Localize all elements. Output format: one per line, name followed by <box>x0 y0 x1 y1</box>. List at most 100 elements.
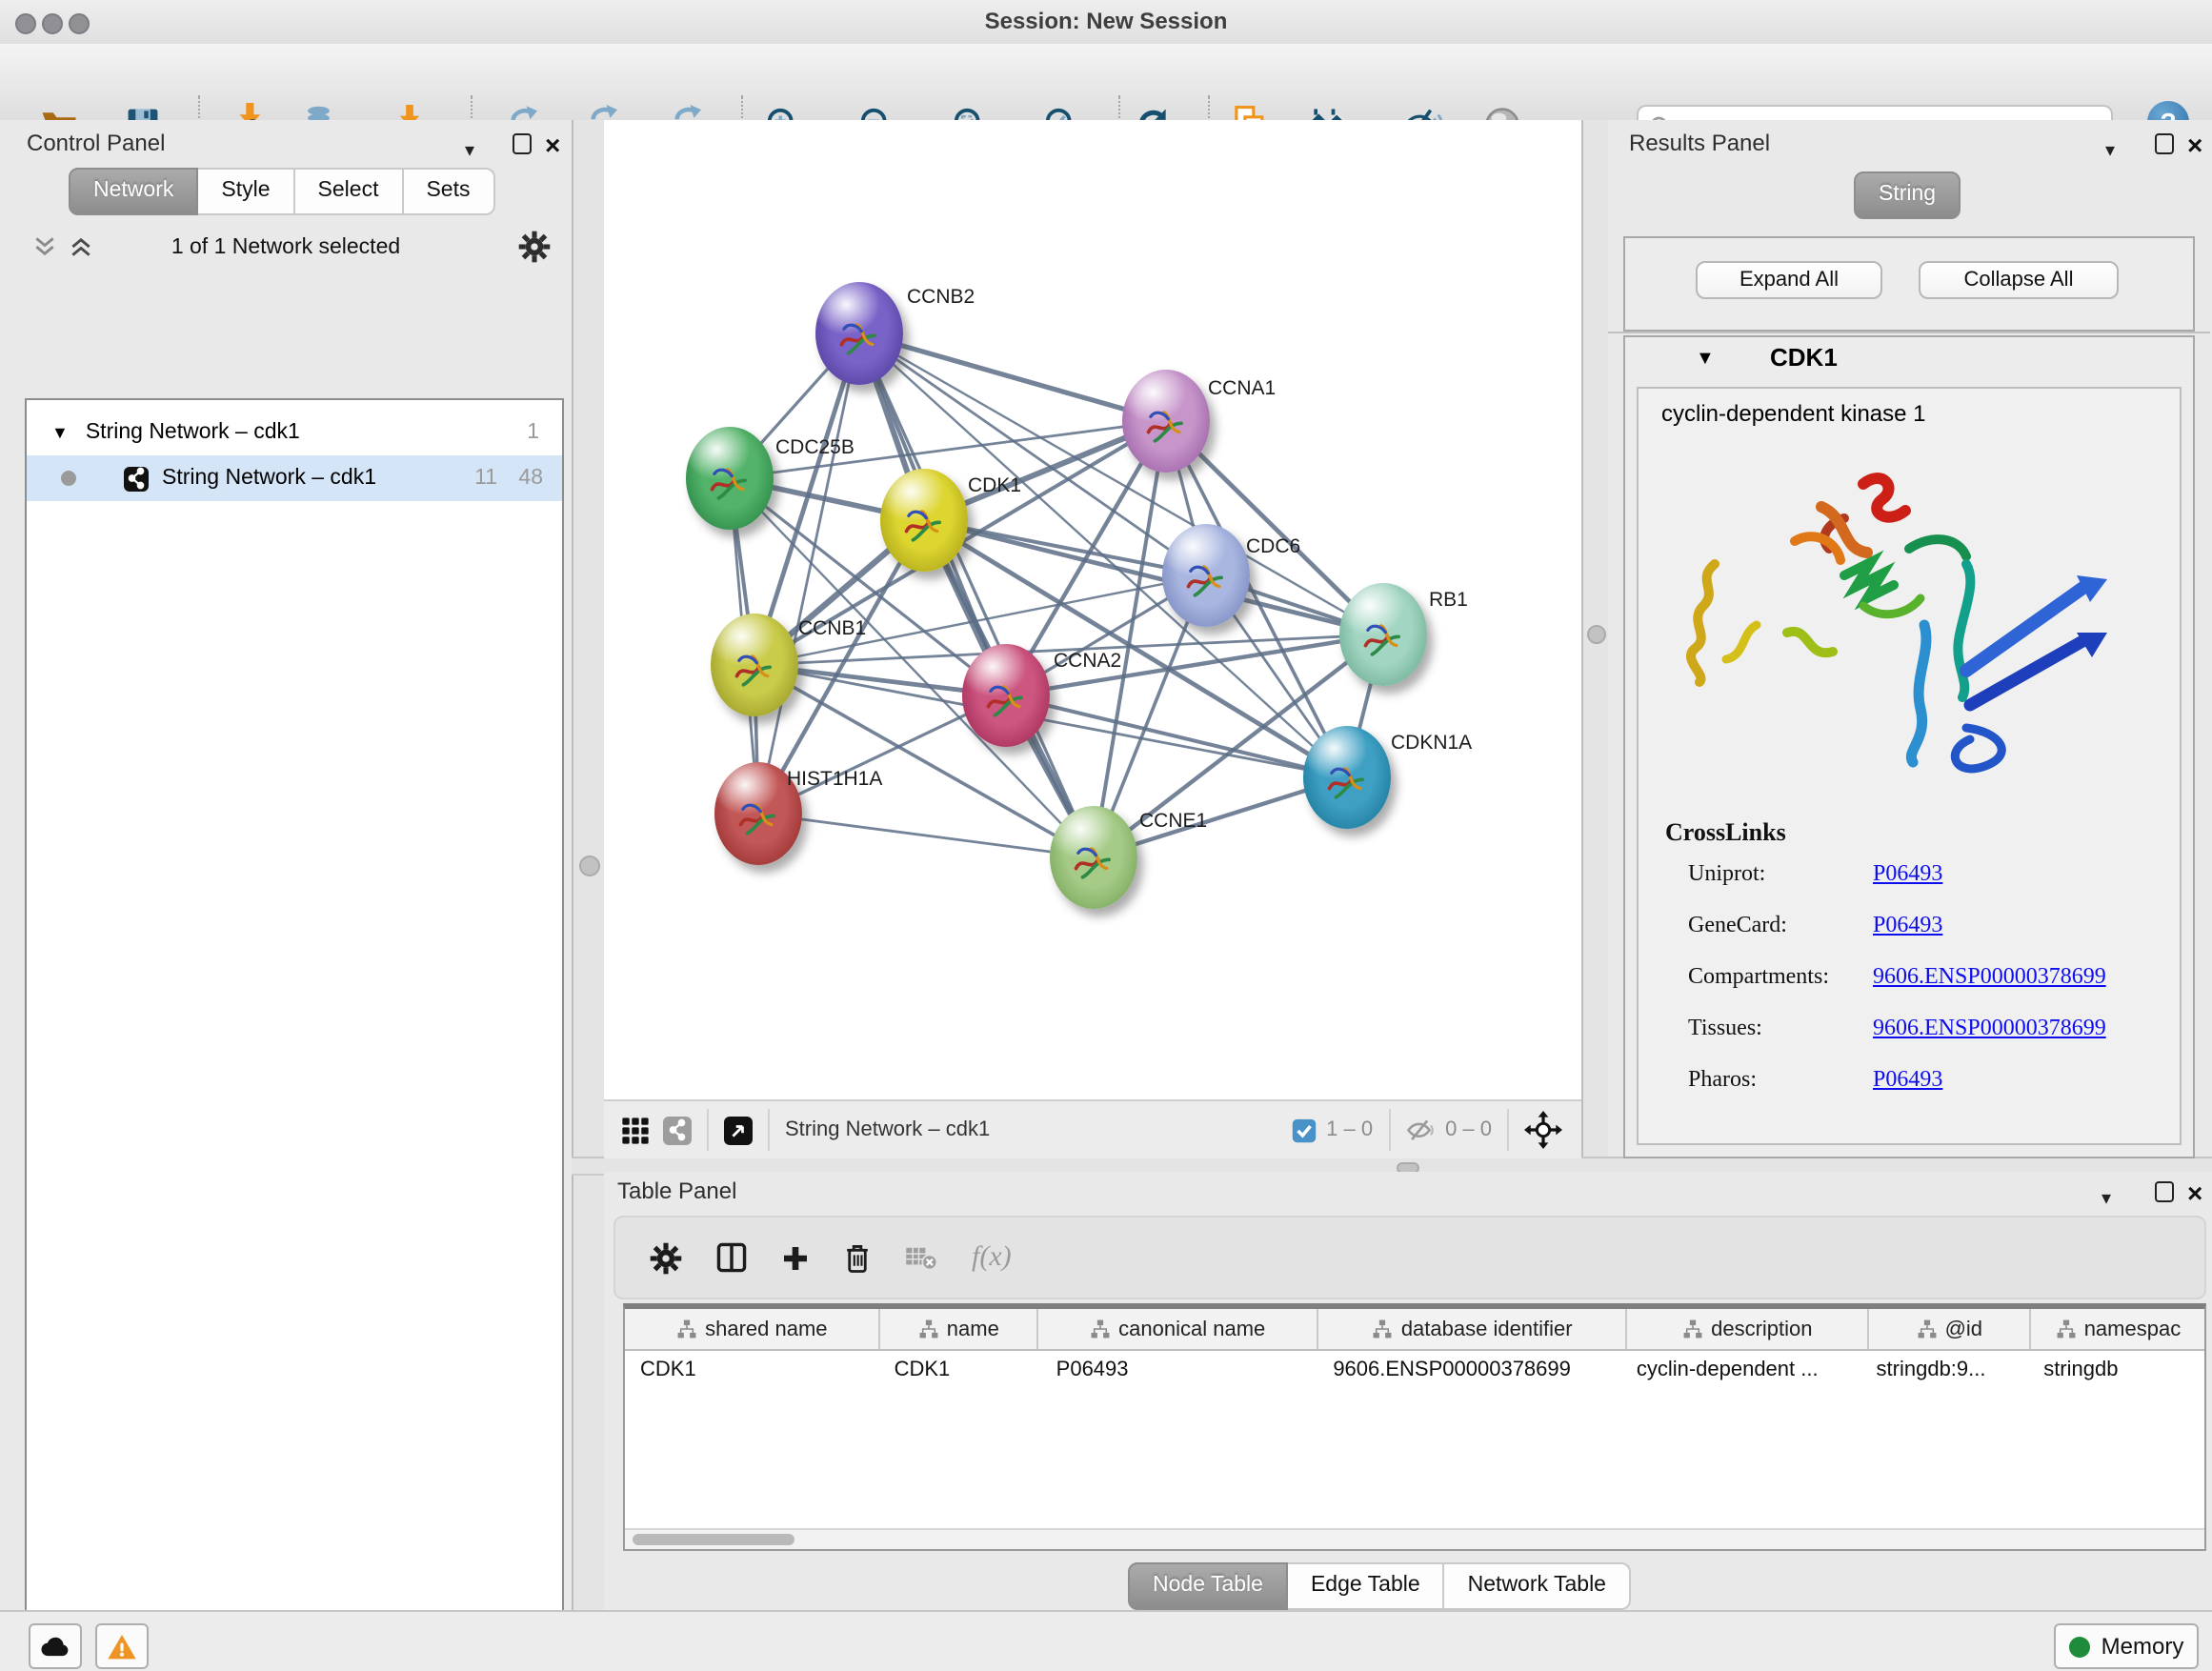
grid-view-icon[interactable] <box>621 1116 650 1144</box>
table-row[interactable]: CDK1 CDK1 P06493 9606.ENSP00000378699 cy… <box>625 1351 2204 1391</box>
cell-canonical-name[interactable]: P06493 <box>1041 1351 1318 1391</box>
entry-expander-icon[interactable]: ▼ <box>1696 349 1715 370</box>
crosslink-genecard-link[interactable]: P06493 <box>1873 911 1942 962</box>
table-panel-float-icon[interactable] <box>2155 1181 2174 1202</box>
collapse-all-button[interactable]: Collapse All <box>1919 261 2119 299</box>
title-bar: Session: New Session <box>0 0 2212 46</box>
toolbar-divider <box>1388 1109 1390 1151</box>
column-header-name[interactable]: name <box>881 1309 1038 1349</box>
network-list-gear-icon[interactable] <box>518 231 551 263</box>
control-panel-close-icon[interactable]: × <box>545 135 560 154</box>
column-header-canonical-name[interactable]: canonical name <box>1038 1309 1319 1349</box>
network-view-toolbar: String Network – cdk1 1 – 0 0 – 0 <box>604 1099 1581 1158</box>
cell-namespace[interactable]: stringdb <box>2028 1351 2204 1391</box>
cell-shared-name[interactable]: CDK1 <box>625 1351 879 1391</box>
crosslink-pharos-link[interactable]: P06493 <box>1873 1065 1942 1117</box>
network-node-ccne1[interactable] <box>1050 806 1137 909</box>
cell-description[interactable]: cyclin-dependent ... <box>1621 1351 1861 1391</box>
memory-status-dot <box>2069 1636 2090 1657</box>
results-panel-close-icon[interactable]: × <box>2187 135 2202 154</box>
right-splitter-handle[interactable] <box>1587 625 1606 644</box>
column-header-database-identifier[interactable]: database identifier <box>1319 1309 1628 1349</box>
delete-table-icon[interactable] <box>905 1244 937 1271</box>
network-node-rb1[interactable] <box>1339 583 1427 686</box>
tab-node-table[interactable]: Node Table <box>1128 1562 1288 1610</box>
memory-button[interactable]: Memory <box>2054 1623 2199 1669</box>
table-panel-collapse-icon[interactable]: ▾ <box>2101 1179 2111 1214</box>
apply-function-icon[interactable]: f(x) <box>972 1241 1012 1274</box>
column-type-icon <box>676 1319 697 1339</box>
protein-ribbon-thumbnail <box>726 636 783 694</box>
left-splitter[interactable] <box>572 120 608 1610</box>
network-node-cdc6[interactable] <box>1162 524 1250 627</box>
results-panel-float-icon[interactable] <box>2155 133 2174 154</box>
cell-id[interactable]: stringdb:9... <box>1861 1351 2029 1391</box>
table-panel-close-icon[interactable]: × <box>2187 1183 2202 1202</box>
cell-name[interactable]: CDK1 <box>879 1351 1041 1391</box>
control-panel-collapse-icon[interactable]: ▾ <box>465 131 474 166</box>
network-node-ccna2[interactable] <box>962 644 1050 747</box>
column-type-icon <box>1373 1319 1394 1339</box>
tab-network[interactable]: Network <box>69 168 198 215</box>
tab-network-table[interactable]: Network Table <box>1445 1562 1631 1610</box>
crosslink-row: Pharos: P06493 <box>1688 1065 2164 1117</box>
table-horizontal-scrollbar[interactable] <box>625 1528 2204 1549</box>
tab-string[interactable]: String <box>1854 171 1961 219</box>
hidden-counts: 0 – 0 <box>1445 1118 1492 1141</box>
column-header-id[interactable]: @id <box>1869 1309 2032 1349</box>
crosslink-compartments-link[interactable]: 9606.ENSP00000378699 <box>1873 962 2106 1014</box>
network-collection-row[interactable]: ▼ String Network – cdk1 1 <box>27 410 562 455</box>
crosslink-uniprot-link[interactable]: P06493 <box>1873 859 1942 911</box>
tab-select[interactable]: Select <box>295 168 404 215</box>
table-panel-title: Table Panel <box>617 1178 736 1204</box>
warning-button[interactable] <box>95 1623 149 1669</box>
selected-checkbox-icon[interactable] <box>1292 1117 1317 1142</box>
pan-crosshair-icon[interactable] <box>1524 1111 1562 1149</box>
protein-structure-image <box>1680 442 2138 795</box>
open-in-window-icon[interactable] <box>724 1116 753 1144</box>
network-node-cdkn1a[interactable] <box>1303 726 1391 829</box>
main-toolbar: ? <box>0 44 2212 122</box>
column-header-description[interactable]: description <box>1628 1309 1869 1349</box>
cloud-status-button[interactable] <box>29 1623 82 1669</box>
node-label: RB1 <box>1429 589 1468 612</box>
network-tree: ▼ String Network – cdk1 1 String Network… <box>25 398 564 1671</box>
results-panel-collapse-icon[interactable]: ▾ <box>2105 131 2115 166</box>
selected-counts: 1 – 0 <box>1326 1118 1373 1141</box>
hidden-eye-icon[interactable] <box>1405 1118 1436 1142</box>
network-node-cdc25b[interactable] <box>686 427 774 530</box>
table-settings-gear-icon[interactable] <box>650 1241 682 1274</box>
column-header-namespace[interactable]: namespac <box>2032 1309 2204 1349</box>
network-row-selected[interactable]: String Network – cdk1 11 48 <box>27 455 562 501</box>
network-node-cdk1[interactable] <box>880 469 968 572</box>
column-type-icon <box>918 1319 939 1339</box>
delete-column-icon[interactable] <box>844 1241 871 1273</box>
left-splitter-handle[interactable] <box>579 856 600 876</box>
network-type-icon <box>124 466 149 491</box>
network-node-ccnb2[interactable] <box>815 282 903 385</box>
tab-style[interactable]: Style <box>198 168 294 215</box>
network-view-title: String Network – cdk1 <box>785 1118 990 1141</box>
column-header-shared-name[interactable]: shared name <box>625 1309 881 1349</box>
expand-all-button[interactable]: Expand All <box>1696 261 1882 299</box>
scrollbar-thumb[interactable] <box>633 1534 794 1545</box>
cell-database-identifier[interactable]: 9606.ENSP00000378699 <box>1317 1351 1621 1391</box>
status-bar: Memory <box>0 1610 2212 1671</box>
protein-ribbon-thumbnail <box>831 305 888 362</box>
entry-description: cyclin-dependent kinase 1 <box>1661 400 1926 427</box>
network-node-ccnb1[interactable] <box>711 614 798 716</box>
tree-expander-icon[interactable]: ▼ <box>51 423 69 442</box>
crosslink-tissues-link[interactable]: 9606.ENSP00000378699 <box>1873 1014 2106 1065</box>
network-node-ccna1[interactable] <box>1122 370 1210 473</box>
tab-sets[interactable]: Sets <box>403 168 494 215</box>
node-count: 11 <box>474 467 497 490</box>
add-column-icon[interactable] <box>781 1243 810 1272</box>
node-label: CDC6 <box>1246 535 1300 558</box>
control-panel-float-icon[interactable] <box>513 133 532 154</box>
entry-gene-name: CDK1 <box>1770 343 1838 372</box>
show-columns-icon[interactable] <box>716 1242 747 1273</box>
network-canvas[interactable]: CCNB2 CCNA1 CDC25B CDK1 CDC6 RB1 CCNB1 <box>604 120 1581 1099</box>
tab-edge-table[interactable]: Edge Table <box>1288 1562 1445 1610</box>
network-birdseye-icon[interactable] <box>663 1116 692 1144</box>
column-type-icon <box>2056 1319 2077 1339</box>
